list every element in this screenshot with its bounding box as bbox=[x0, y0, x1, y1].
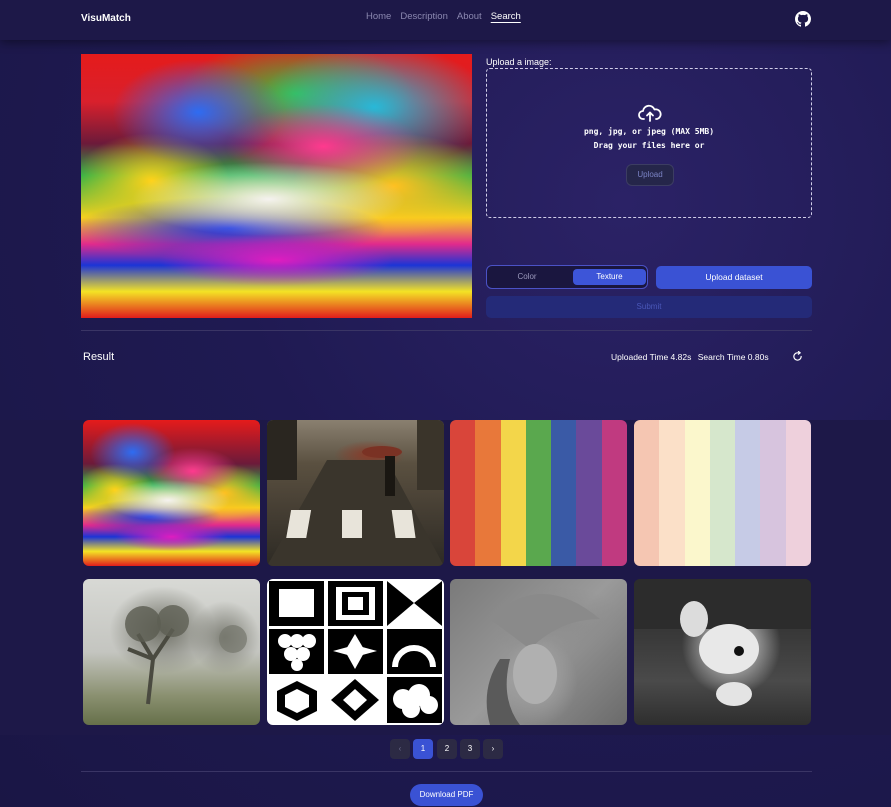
stripe-3 bbox=[500, 420, 526, 566]
nav-links: Home Description About Search bbox=[366, 11, 530, 22]
stripe-6 bbox=[576, 420, 602, 566]
nav-link-search[interactable]: Search bbox=[491, 11, 521, 22]
pattern-tiles bbox=[269, 581, 442, 723]
upload-label: Upload a image: bbox=[486, 57, 552, 67]
rainbow-stripes bbox=[450, 420, 627, 566]
result-image-rainbow-stripes[interactable] bbox=[450, 420, 627, 566]
pagination-next[interactable]: › bbox=[483, 739, 503, 759]
result-title: Result bbox=[83, 351, 115, 363]
upload-dataset-button[interactable]: Upload dataset bbox=[656, 266, 812, 289]
pastel-stripes bbox=[634, 420, 811, 566]
github-icon[interactable] bbox=[795, 11, 811, 27]
nav-link-about[interactable]: About bbox=[457, 11, 482, 22]
upload-formats: png, jpg, or jpeg (MAX 5MB) bbox=[583, 127, 715, 136]
uploaded-image-preview bbox=[81, 54, 472, 318]
stripe-4 bbox=[709, 420, 736, 566]
stripe-6 bbox=[760, 420, 786, 566]
stripe-1 bbox=[634, 420, 660, 566]
mode-texture-option[interactable]: Texture bbox=[573, 269, 646, 285]
result-image-bw-patterns[interactable] bbox=[267, 579, 444, 725]
mode-toggle: Color Texture bbox=[486, 265, 648, 289]
stripe-7 bbox=[601, 420, 627, 566]
result-image-pastel-stripes[interactable] bbox=[634, 420, 811, 566]
stripe-5 bbox=[735, 420, 761, 566]
cloud-upload-icon bbox=[638, 104, 662, 122]
nav-link-description[interactable]: Description bbox=[400, 11, 448, 22]
upload-dropzone[interactable]: png, jpg, or jpeg (MAX 5MB) Drag your fi… bbox=[486, 68, 812, 218]
submit-button[interactable]: Submit bbox=[486, 296, 812, 318]
uploaded-time: Uploaded Time 4.82s bbox=[611, 352, 692, 362]
result-stats: Uploaded Time 4.82s Search Time 0.80s bbox=[611, 352, 773, 362]
search-time: Search Time 0.80s bbox=[697, 352, 769, 362]
result-image-rainy-street[interactable] bbox=[267, 420, 444, 566]
footer-divider bbox=[81, 771, 812, 772]
nav-link-home[interactable]: Home bbox=[366, 11, 391, 22]
stripe-3 bbox=[684, 420, 710, 566]
pagination-page-2[interactable]: 2 bbox=[437, 739, 457, 759]
stripe-7 bbox=[785, 420, 811, 566]
brand-logo[interactable]: VisuMatch bbox=[81, 13, 131, 24]
section-divider bbox=[81, 330, 812, 331]
result-image-foggy-tree[interactable] bbox=[83, 579, 260, 725]
pagination-page-1[interactable]: 1 bbox=[413, 739, 433, 759]
portrait-shape bbox=[486, 594, 600, 725]
result-image-grayscale-dog[interactable] bbox=[634, 579, 811, 725]
upload-button[interactable]: Upload bbox=[626, 164, 674, 186]
pagination-prev[interactable]: ‹ bbox=[390, 739, 410, 759]
stripe-5 bbox=[551, 420, 577, 566]
refresh-icon[interactable] bbox=[792, 351, 803, 362]
top-nav: VisuMatch Home Description About Search bbox=[0, 0, 891, 40]
street-scene bbox=[267, 420, 444, 566]
result-image-color-burst[interactable] bbox=[83, 420, 260, 566]
tree-silhouette bbox=[125, 605, 247, 705]
stripe-1 bbox=[450, 420, 476, 566]
download-pdf-button[interactable]: Download PDF bbox=[410, 784, 483, 806]
mode-color-option[interactable]: Color bbox=[487, 266, 567, 288]
stripe-4 bbox=[525, 420, 552, 566]
stripe-2 bbox=[659, 420, 685, 566]
dog-shape bbox=[634, 579, 811, 706]
result-image-grayscale-portrait[interactable] bbox=[450, 579, 627, 725]
upload-hint: Drag your files here or bbox=[593, 141, 705, 150]
stripe-2 bbox=[475, 420, 501, 566]
pagination-page-3[interactable]: 3 bbox=[460, 739, 480, 759]
